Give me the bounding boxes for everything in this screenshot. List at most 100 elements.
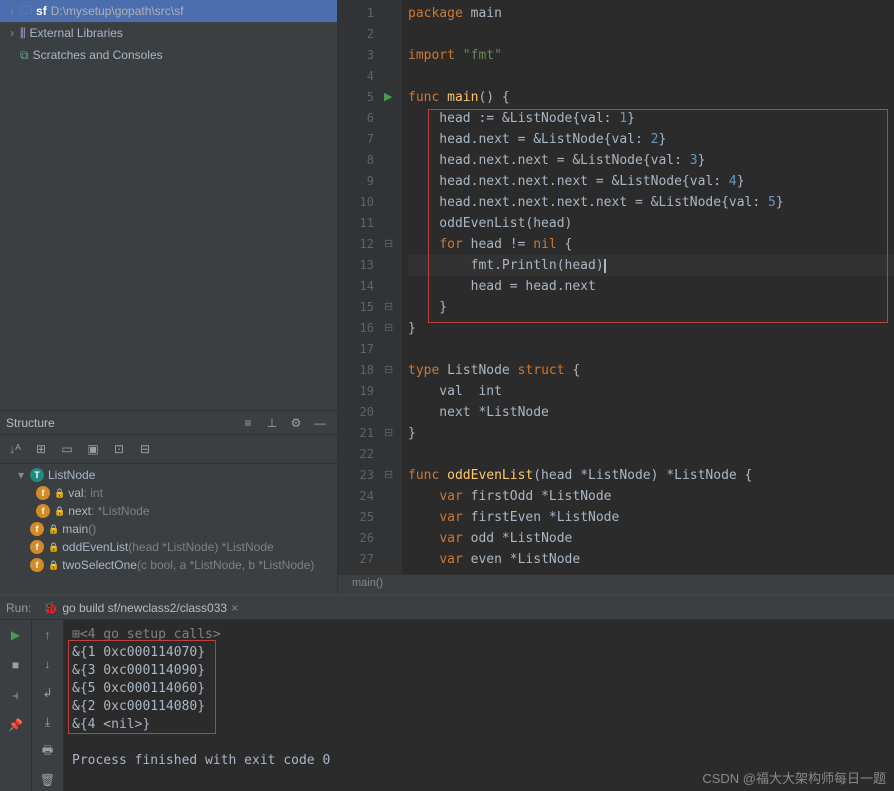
close-icon[interactable]: ×	[231, 601, 238, 615]
print-button[interactable]: 🖶	[37, 741, 59, 762]
code-line[interactable]: import "fmt"	[408, 45, 894, 66]
code-line[interactable]: }	[408, 297, 894, 318]
fold-cell[interactable]	[384, 24, 402, 45]
scroll-end-button[interactable]: ⤓	[37, 712, 59, 733]
line-number[interactable]: 7	[338, 129, 374, 150]
run-tab[interactable]: 🐞 go build sf/newclass2/class033 ×	[37, 599, 244, 617]
rerun-button[interactable]: ▶	[5, 624, 27, 646]
code-line[interactable]	[408, 444, 894, 465]
code-line[interactable]: }	[408, 318, 894, 339]
collapse-all-button[interactable]: ⊥	[261, 412, 283, 434]
expand-all-button[interactable]: ≡	[237, 412, 259, 434]
line-number[interactable]: 8	[338, 150, 374, 171]
structure-item[interactable]: f🔒val: int	[0, 484, 337, 502]
breadcrumb[interactable]: main()	[338, 574, 894, 594]
code-line[interactable]	[408, 24, 894, 45]
line-number[interactable]: 27	[338, 549, 374, 570]
fold-cell[interactable]	[384, 171, 402, 192]
expand-all-button[interactable]: ⊡	[108, 438, 130, 460]
code-line[interactable]	[408, 66, 894, 87]
up-button[interactable]: ↑	[37, 624, 59, 645]
show-fields-button[interactable]: ▭	[56, 438, 78, 460]
scratches-consoles[interactable]: ⧉ Scratches and Consoles	[0, 44, 337, 66]
fold-cell[interactable]	[384, 45, 402, 66]
line-number[interactable]: 14	[338, 276, 374, 297]
chevron-right-icon[interactable]: ›	[4, 4, 20, 18]
fold-cell[interactable]: ⊟	[384, 423, 402, 444]
code-line[interactable]: func main() {	[408, 87, 894, 108]
stop-button[interactable]: ■	[5, 654, 27, 676]
sort-visibility-button[interactable]: ⊞	[30, 438, 52, 460]
code-line[interactable]	[408, 339, 894, 360]
code-line[interactable]: val int	[408, 381, 894, 402]
console-output[interactable]: ⊞<4 go setup calls>&{1 0xc000114070}&{3 …	[64, 620, 894, 791]
fold-cell[interactable]: ⊟	[384, 318, 402, 339]
fold-cell[interactable]	[384, 150, 402, 171]
fold-cell[interactable]	[384, 381, 402, 402]
line-number[interactable]: 13	[338, 255, 374, 276]
fold-cell[interactable]: ⊟	[384, 360, 402, 381]
fold-cell[interactable]	[384, 129, 402, 150]
line-number[interactable]: 15	[338, 297, 374, 318]
fold-cell[interactable]	[384, 444, 402, 465]
fold-cell[interactable]	[384, 213, 402, 234]
line-number[interactable]: 3	[338, 45, 374, 66]
code-editor[interactable]: 1234567891011121314151617181920212223242…	[338, 0, 894, 594]
scroll-source-button[interactable]: ▣	[82, 438, 104, 460]
code-line[interactable]: oddEvenList(head)	[408, 213, 894, 234]
fold-cell[interactable]	[384, 66, 402, 87]
structure-item[interactable]: f🔒twoSelectOne(c bool, a *ListNode, b *L…	[0, 556, 337, 574]
fold-cell[interactable]	[384, 339, 402, 360]
line-number[interactable]: 10	[338, 192, 374, 213]
project-root[interactable]: › 🗀 sf D:\mysetup\gopath\src\sf	[0, 0, 337, 22]
fold-cell[interactable]: ⊟	[384, 297, 402, 318]
structure-item[interactable]: f🔒next: *ListNode	[0, 502, 337, 520]
line-number[interactable]: 9	[338, 171, 374, 192]
line-number[interactable]: 18	[338, 360, 374, 381]
line-number[interactable]: 22	[338, 444, 374, 465]
minimize-button[interactable]: —	[309, 412, 331, 434]
fold-cell[interactable]	[384, 276, 402, 297]
code-line[interactable]: head.next.next = &ListNode{val: 3}	[408, 150, 894, 171]
structure-item[interactable]: f🔒oddEvenList(head *ListNode) *ListNode	[0, 538, 337, 556]
code-line[interactable]: package main	[408, 3, 894, 24]
structure-item[interactable]: f🔒main()	[0, 520, 337, 538]
fold-cell[interactable]	[384, 108, 402, 129]
line-number[interactable]: 5	[338, 87, 374, 108]
line-number[interactable]: 23	[338, 465, 374, 486]
code-line[interactable]: var even *ListNode	[408, 549, 894, 570]
line-gutter[interactable]: 1234567891011121314151617181920212223242…	[338, 0, 384, 594]
structure-item[interactable]: ▾TListNode	[0, 466, 337, 484]
code-line[interactable]: var firstEven *ListNode	[408, 507, 894, 528]
line-number[interactable]: 1	[338, 3, 374, 24]
line-number[interactable]: 24	[338, 486, 374, 507]
fold-gutter[interactable]: ▶ ⊟ ⊟⊟ ⊟ ⊟ ⊟	[384, 0, 402, 594]
fold-cell[interactable]	[384, 255, 402, 276]
code-line[interactable]: fmt.Println(head)	[408, 255, 894, 276]
line-number[interactable]: 2	[338, 24, 374, 45]
soft-wrap-button[interactable]: ↲	[37, 682, 59, 703]
fold-cell[interactable]	[384, 192, 402, 213]
code-line[interactable]: head := &ListNode{val: 1}	[408, 108, 894, 129]
fold-cell[interactable]	[384, 549, 402, 570]
gear-icon[interactable]: ⚙	[285, 412, 307, 434]
code-line[interactable]: head.next.next.next = &ListNode{val: 4}	[408, 171, 894, 192]
chevron-right-icon[interactable]: ›	[4, 26, 20, 40]
line-number[interactable]: 6	[338, 108, 374, 129]
layout-button[interactable]: ⫞	[5, 684, 27, 706]
code-line[interactable]: }	[408, 423, 894, 444]
chevron-down-icon[interactable]: ▾	[18, 468, 30, 482]
code-line[interactable]: func oddEvenList(head *ListNode) *ListNo…	[408, 465, 894, 486]
code-line[interactable]: var odd *ListNode	[408, 528, 894, 549]
external-libraries[interactable]: › ⫼ External Libraries	[0, 22, 337, 44]
code-line[interactable]: head.next = &ListNode{val: 2}	[408, 129, 894, 150]
fold-cell[interactable]: ⊟	[384, 234, 402, 255]
code-line[interactable]: head = head.next	[408, 276, 894, 297]
fold-cell[interactable]	[384, 3, 402, 24]
fold-cell[interactable]	[384, 507, 402, 528]
line-number[interactable]: 4	[338, 66, 374, 87]
line-number[interactable]: 11	[338, 213, 374, 234]
fold-cell[interactable]: ▶	[384, 87, 402, 108]
trash-button[interactable]: 🗑	[37, 770, 59, 791]
code-line[interactable]: next *ListNode	[408, 402, 894, 423]
